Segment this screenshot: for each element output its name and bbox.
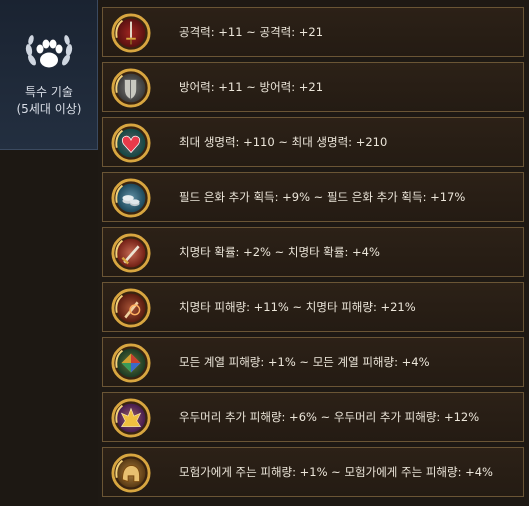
skill-label: 모험가에게 주는 피해량: +1% ~ 모험가에게 주는 피해량: +4% — [179, 465, 493, 479]
skill-row[interactable]: 공격력: +11 ~ 공격력: +21 — [102, 7, 524, 57]
skill-label: 최대 생명력: +110 ~ 최대 생명력: +210 — [179, 135, 388, 149]
category-panel[interactable]: 특수 기술 (5세대 이상) — [0, 0, 98, 150]
sword-icon — [111, 13, 151, 53]
skill-row[interactable]: 최대 생명력: +110 ~ 최대 생명력: +210 — [102, 117, 524, 167]
category-subtitle: (5세대 이상) — [16, 102, 82, 116]
skill-list: 공격력: +11 ~ 공격력: +21 방어력: +11 ~ 방어력: +21 최대… — [98, 0, 529, 506]
skill-label: 모든 계열 피해량: +1% ~ 모든 계열 피해량: +4% — [179, 355, 430, 369]
coins-icon — [111, 178, 151, 218]
heart-icon — [111, 123, 151, 163]
skill-row[interactable]: 우두머리 추가 피해량: +6% ~ 우두머리 추가 피해량: +12% — [102, 392, 524, 442]
skill-label: 방어력: +11 ~ 방어력: +21 — [179, 80, 324, 94]
skill-label: 필드 은화 추가 획득: +9% ~ 필드 은화 추가 획득: +17% — [179, 190, 466, 204]
skill-row[interactable]: 필드 은화 추가 획득: +9% ~ 필드 은화 추가 획득: +17% — [102, 172, 524, 222]
helmet-icon — [111, 453, 151, 493]
skill-label: 공격력: +11 ~ 공격력: +21 — [179, 25, 324, 39]
boss-icon — [111, 398, 151, 438]
paw-laurel-icon — [25, 35, 73, 68]
category-title: 특수 기술 — [25, 85, 73, 99]
skill-label: 우두머리 추가 피해량: +6% ~ 우두머리 추가 피해량: +12% — [179, 410, 480, 424]
skill-label: 치명타 피해량: +11% ~ 치명타 피해량: +21% — [179, 300, 416, 314]
skill-row[interactable]: 모든 계열 피해량: +1% ~ 모든 계열 피해량: +4% — [102, 337, 524, 387]
skill-row[interactable]: 치명타 피해량: +11% ~ 치명타 피해량: +21% — [102, 282, 524, 332]
critical-sword-icon — [111, 233, 151, 273]
shield-icon — [111, 68, 151, 108]
critical-damage-icon — [111, 288, 151, 328]
skill-row[interactable]: 치명타 확률: +2% ~ 치명타 확률: +4% — [102, 227, 524, 277]
skill-row[interactable]: 모험가에게 주는 피해량: +1% ~ 모험가에게 주는 피해량: +4% — [102, 447, 524, 497]
elements-icon — [111, 343, 151, 383]
skill-label: 치명타 확률: +2% ~ 치명타 확률: +4% — [179, 245, 380, 259]
skill-row[interactable]: 방어력: +11 ~ 방어력: +21 — [102, 62, 524, 112]
left-panel-background — [0, 150, 98, 506]
